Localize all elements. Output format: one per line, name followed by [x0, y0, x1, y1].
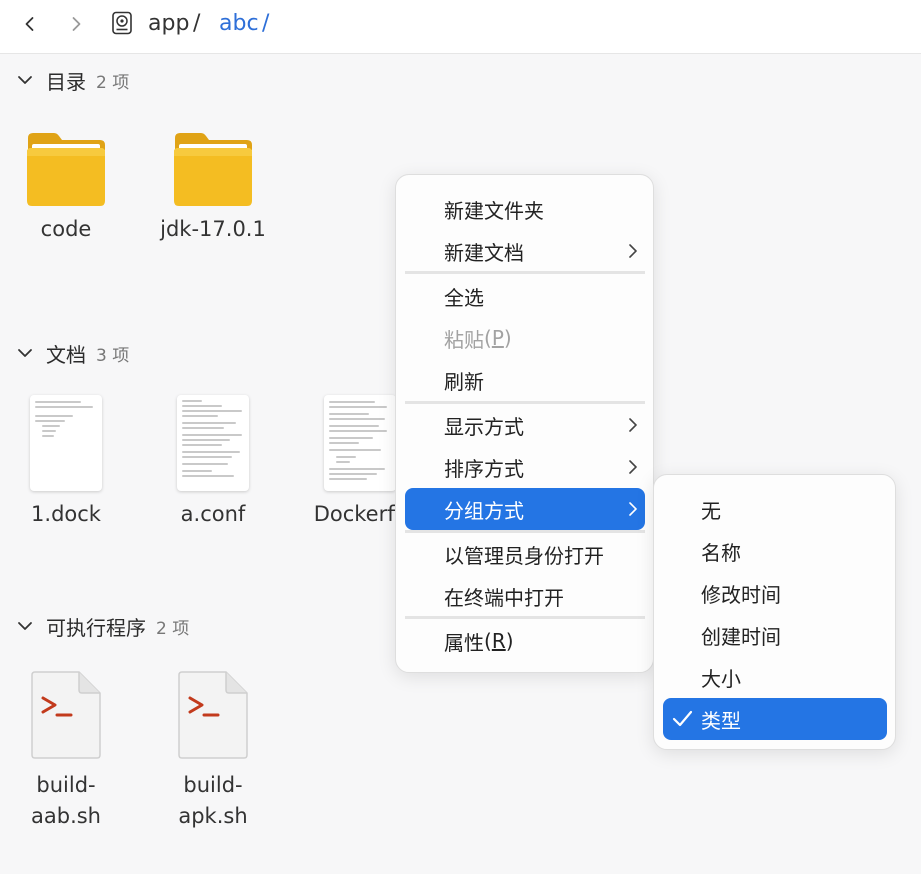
document-thumbnail: [177, 395, 249, 491]
drive-icon[interactable]: [111, 11, 133, 35]
menu-item-open-as-admin[interactable]: 以管理员身份打开: [405, 533, 645, 575]
breadcrumb-abc[interactable]: abc: [219, 10, 259, 38]
submenu-item-label: 大小: [701, 666, 741, 691]
breadcrumb-separator: /: [262, 11, 270, 36]
check-icon: [672, 710, 693, 727]
document-item[interactable]: a.conf: [153, 395, 273, 530]
section-header-executables[interactable]: 可执行程序 2 项: [16, 613, 190, 640]
submenu-item-none[interactable]: 无: [663, 488, 887, 530]
chevron-left-icon: [25, 17, 34, 31]
menu-item-label: 以管理员身份打开: [444, 543, 604, 568]
submenu-item-type[interactable]: 类型: [663, 698, 887, 740]
document-thumbnail: [324, 395, 396, 491]
folder-icon: [174, 133, 252, 206]
item-label: jdk-17.0.1: [160, 217, 266, 241]
document-item[interactable]: 1.dock: [6, 395, 126, 530]
submenu-item-size[interactable]: 大小: [663, 656, 887, 698]
section-title: 文档: [46, 342, 86, 367]
section-title: 目录: [46, 69, 86, 94]
script-item[interactable]: build- apk.sh: [153, 670, 273, 832]
menu-item-label: 显示方式: [444, 414, 524, 439]
chevron-right-icon: [629, 460, 637, 474]
item-label: build- aab.sh: [31, 773, 101, 828]
terminal-script-icon: [178, 671, 248, 759]
chevron-down-icon: [18, 622, 32, 630]
forward-button[interactable]: [62, 10, 90, 38]
submenu-item-name[interactable]: 名称: [663, 530, 887, 572]
context-menu: 新建文件夹 新建文档 全选 粘贴(P) 刷新 显示方式 排序方式 分组方式 以管…: [395, 174, 654, 673]
menu-item-label: 刷新: [444, 369, 484, 394]
section-title: 可执行程序: [46, 615, 146, 640]
menu-item-label: 全选: [444, 285, 484, 310]
section-count: 2 项: [156, 618, 190, 639]
menu-item-sort-by[interactable]: 排序方式: [405, 446, 645, 488]
section-header-folders[interactable]: 目录 2 项: [16, 67, 130, 94]
menu-item-shortcut: P: [491, 326, 504, 350]
submenu-item-label: 无: [701, 498, 721, 523]
menu-item-label: 在终端中打开: [444, 585, 564, 610]
section-count: 2 项: [96, 72, 130, 93]
breadcrumb-app[interactable]: app: [148, 10, 189, 38]
back-button[interactable]: [16, 10, 44, 38]
menu-item-refresh[interactable]: 刷新: [405, 359, 645, 401]
chevron-right-icon: [629, 418, 637, 432]
menu-item-label: 新建文档: [444, 240, 524, 265]
chevron-down-icon: [18, 76, 32, 84]
menu-item-new-folder[interactable]: 新建文件夹: [405, 188, 645, 230]
menu-item-paste[interactable]: 粘贴(P): [405, 317, 645, 359]
chevron-right-icon: [629, 244, 637, 258]
menu-item-label: 新建文件夹: [444, 198, 544, 223]
menu-separator: [405, 271, 645, 274]
terminal-script-icon: [31, 671, 101, 759]
item-label: a.conf: [180, 502, 246, 526]
script-item[interactable]: build- aab.sh: [6, 670, 126, 832]
item-label: 1.dock: [31, 502, 101, 526]
submenu-item-created-time[interactable]: 创建时间: [663, 614, 887, 656]
folder-item[interactable]: code: [6, 130, 126, 245]
folder-icon: [27, 133, 105, 206]
submenu-item-label: 类型: [701, 708, 741, 733]
item-label: code: [40, 217, 92, 241]
menu-item-select-all[interactable]: 全选: [405, 275, 645, 317]
menu-item-label: 属性: [444, 630, 484, 655]
toolbar: app / abc /: [0, 0, 921, 54]
menu-item-properties[interactable]: 属性(R): [405, 620, 645, 662]
menu-item-new-document[interactable]: 新建文档: [405, 230, 645, 272]
menu-item-view-mode[interactable]: 显示方式: [405, 404, 645, 446]
menu-item-group-by[interactable]: 分组方式: [405, 488, 645, 530]
item-label: build- apk.sh: [178, 773, 248, 828]
menu-separator: [405, 616, 645, 619]
chevron-right-icon: [629, 502, 637, 516]
section-count: 3 项: [96, 345, 130, 366]
submenu-item-label: 名称: [701, 540, 741, 565]
group-by-submenu: 无 名称 修改时间 创建时间 大小 类型: [653, 474, 896, 750]
menu-item-label: 排序方式: [444, 456, 524, 481]
submenu-item-label: 修改时间: [701, 582, 781, 607]
menu-item-shortcut: R: [491, 629, 506, 653]
menu-item-label: 粘贴: [444, 327, 484, 352]
submenu-item-modified-time[interactable]: 修改时间: [663, 572, 887, 614]
submenu-item-label: 创建时间: [701, 624, 781, 649]
breadcrumb-separator: /: [193, 11, 201, 36]
menu-item-open-in-terminal[interactable]: 在终端中打开: [405, 575, 645, 617]
chevron-down-icon: [18, 349, 32, 357]
chevron-right-icon: [72, 17, 81, 31]
menu-item-label: 分组方式: [444, 498, 524, 523]
folder-item[interactable]: jdk-17.0.1: [153, 130, 273, 245]
section-header-documents[interactable]: 文档 3 项: [16, 340, 130, 367]
document-thumbnail: [30, 395, 102, 491]
